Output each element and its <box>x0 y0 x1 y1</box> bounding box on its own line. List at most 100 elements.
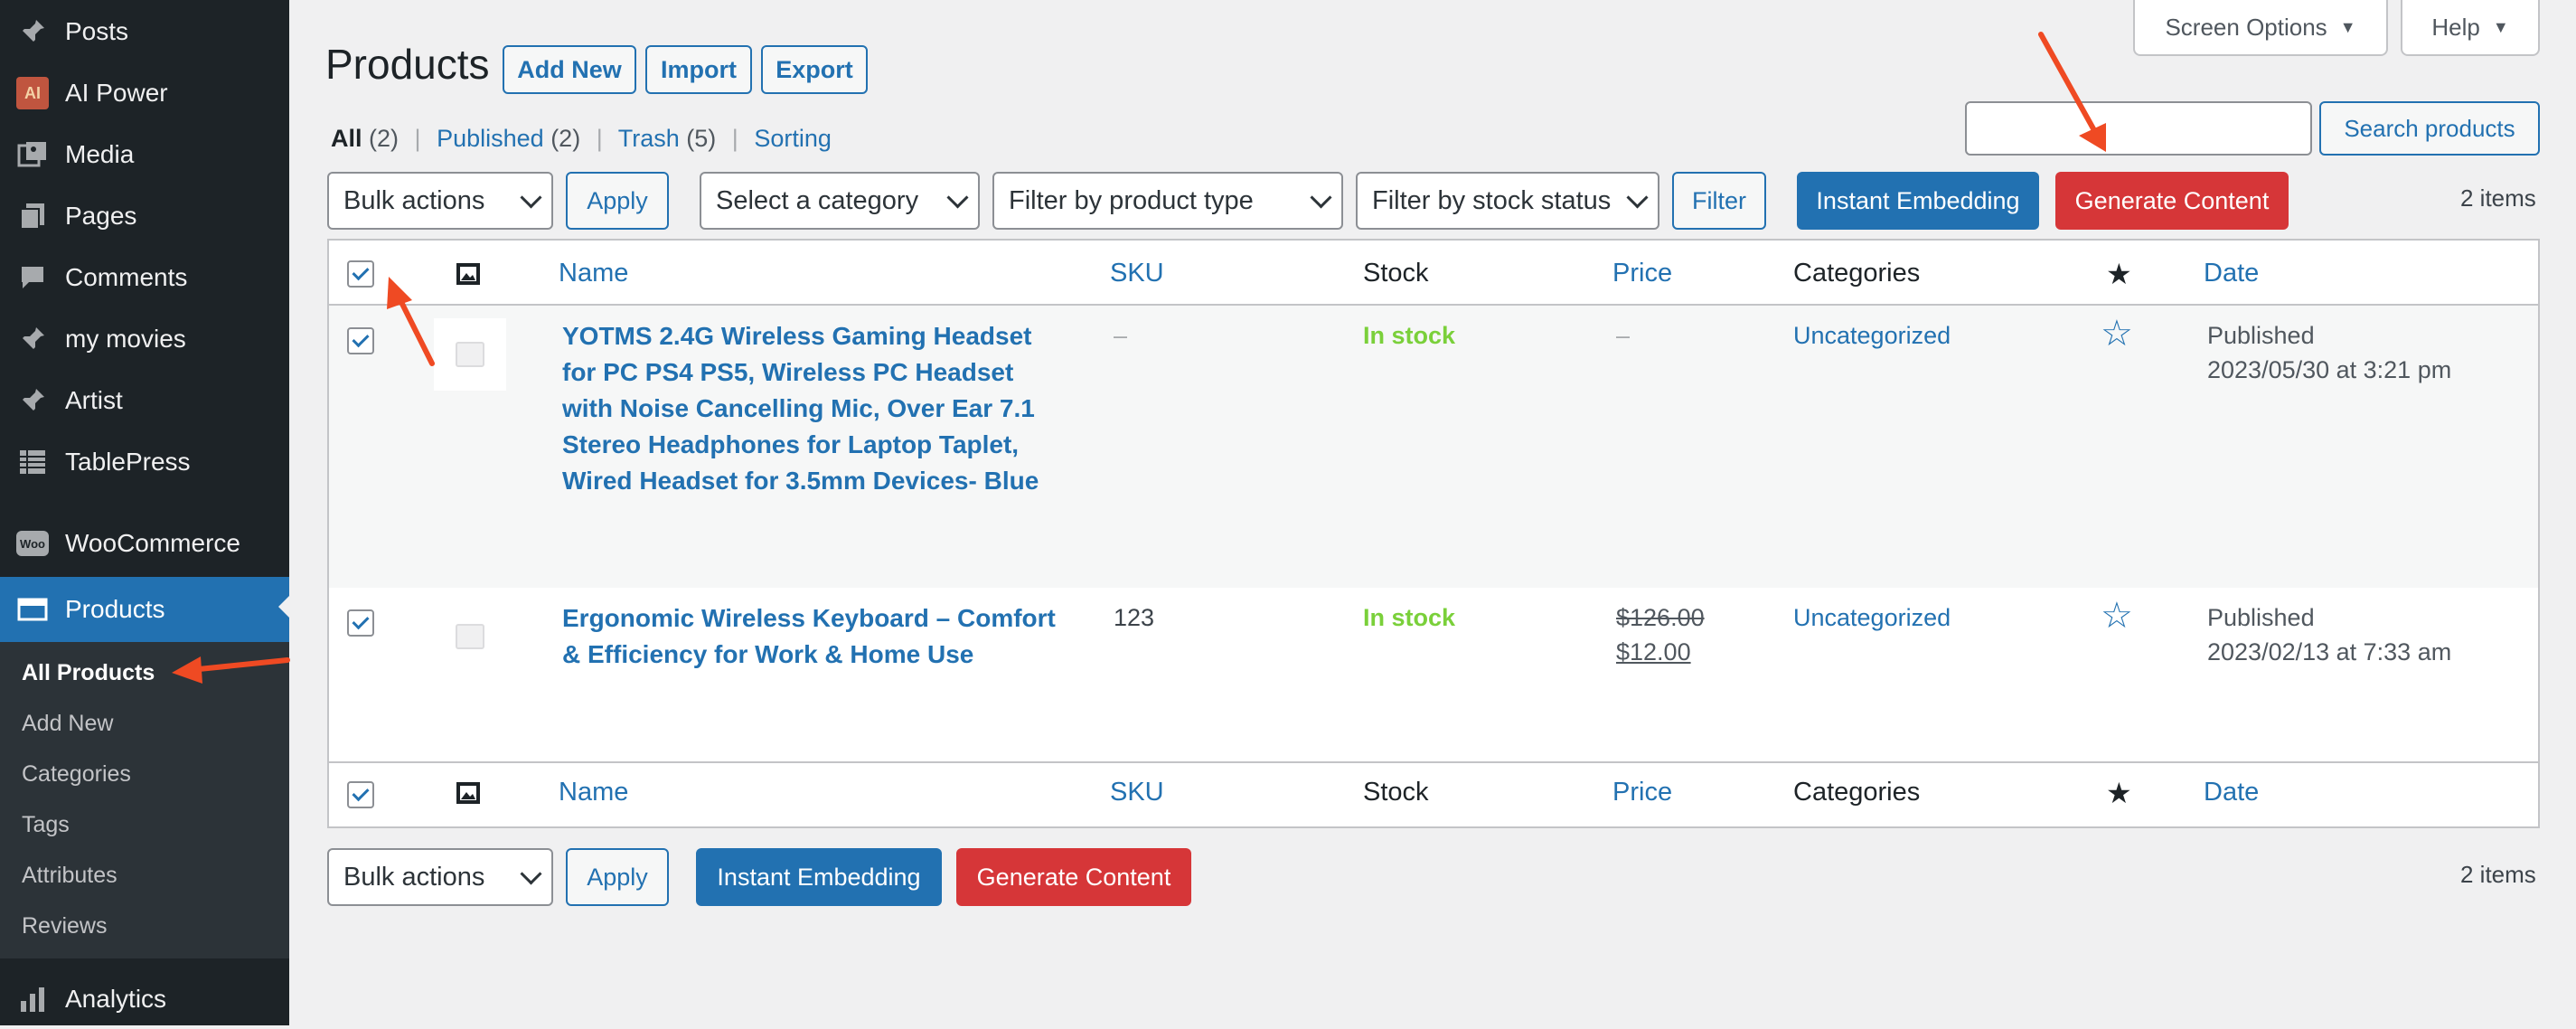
featured-star-icon[interactable]: ★ <box>2106 776 2132 810</box>
help-button[interactable]: Help ▼ <box>2401 0 2540 56</box>
sidebar-item-comments[interactable]: Comments <box>0 248 289 307</box>
sidebar-item-woocommerce[interactable]: Woo WooCommerce <box>0 514 289 573</box>
submenu-categories[interactable]: Categories <box>22 761 131 788</box>
stock-status-select[interactable]: Filter by stock status <box>1356 172 1659 230</box>
admin-sidebar: Posts AI AI Power Media Pages Comments m… <box>0 0 289 1025</box>
bulk-actions-select[interactable]: Bulk actions <box>327 172 553 230</box>
submenu-all-products[interactable]: All Products <box>22 660 155 686</box>
sidebar-item-artist[interactable]: Artist <box>0 371 289 430</box>
column-sku[interactable]: SKU <box>1110 778 1164 807</box>
table-row: Ergonomic Wireless Keyboard – Comfort & … <box>329 588 2538 761</box>
filter-button[interactable]: Filter <box>1672 172 1766 230</box>
caret-down-icon: ▼ <box>2492 17 2509 36</box>
column-date[interactable]: Date <box>2204 778 2259 807</box>
sidebar-item-ai-power[interactable]: AI AI Power <box>0 63 289 123</box>
submenu-add-new[interactable]: Add New <box>22 711 113 737</box>
add-new-button[interactable]: Add New <box>503 45 636 94</box>
sidebar-item-media[interactable]: Media <box>0 125 289 184</box>
products-icon <box>16 593 49 626</box>
chevron-down-icon <box>520 863 542 885</box>
product-type-select[interactable]: Filter by product type <box>992 172 1343 230</box>
products-submenu: All Products Add New Categories Tags Att… <box>0 642 289 958</box>
category-select[interactable]: Select a category <box>700 172 980 230</box>
column-name[interactable]: Name <box>559 259 628 288</box>
analytics-icon <box>16 983 49 1015</box>
chevron-down-icon <box>1310 186 1332 209</box>
export-button[interactable]: Export <box>761 45 868 94</box>
table-row: YOTMS 2.4G Wireless Gaming Headset for P… <box>329 306 2538 588</box>
select-all-checkbox[interactable] <box>347 260 374 288</box>
active-menu-indicator <box>278 596 289 618</box>
featured-star-outline-icon[interactable]: ☆ <box>2101 595 2133 637</box>
column-price[interactable]: Price <box>1612 259 1672 288</box>
price-cell: – <box>1616 322 1631 349</box>
table-icon <box>16 446 49 478</box>
instant-embedding-button-bottom[interactable]: Instant Embedding <box>696 848 942 906</box>
sidebar-item-analytics[interactable]: Analytics <box>0 969 289 1029</box>
chevron-down-icon <box>520 186 542 209</box>
page-title: Products <box>325 41 490 88</box>
sku-cell: 123 <box>1114 604 1155 631</box>
apply-button[interactable]: Apply <box>566 172 669 230</box>
table-header: Name SKU Stock Price Categories ★ Date <box>329 241 2538 306</box>
category-link[interactable]: Uncategorized <box>1793 600 1951 635</box>
date-cell: Published 2023/02/13 at 7:33 am <box>2207 604 2452 666</box>
product-name-link[interactable]: YOTMS 2.4G Wireless Gaming Headset for P… <box>562 318 1039 499</box>
pin-icon <box>16 323 49 355</box>
select-all-checkbox[interactable] <box>347 781 374 808</box>
view-filters: All (2) | Published (2) | Trash (5) | So… <box>331 125 832 153</box>
submenu-reviews[interactable]: Reviews <box>22 913 107 939</box>
instant-embedding-button[interactable]: Instant Embedding <box>1797 172 2039 230</box>
stock-status: In stock <box>1363 322 1456 349</box>
featured-star-icon[interactable]: ★ <box>2106 257 2132 291</box>
column-price[interactable]: Price <box>1612 778 1672 807</box>
category-link[interactable]: Uncategorized <box>1793 318 1951 353</box>
sidebar-item-my-movies[interactable]: my movies <box>0 309 289 369</box>
row-checkbox[interactable] <box>347 609 374 637</box>
featured-star-outline-icon[interactable]: ☆ <box>2101 313 2133 354</box>
column-date[interactable]: Date <box>2204 259 2259 288</box>
view-sorting[interactable]: Sorting <box>754 125 832 152</box>
product-name-link[interactable]: Ergonomic Wireless Keyboard – Comfort & … <box>562 600 1056 673</box>
column-stock: Stock <box>1363 259 1429 288</box>
row-checkbox[interactable] <box>347 327 374 354</box>
search-products-button[interactable]: Search products <box>2319 101 2540 156</box>
search-input[interactable] <box>1965 101 2312 156</box>
column-categories: Categories <box>1793 259 1921 288</box>
caret-down-icon: ▼ <box>2339 17 2356 36</box>
sidebar-item-pages[interactable]: Pages <box>0 186 289 246</box>
sale-price: $12.00 <box>1616 638 1691 666</box>
sku-cell: – <box>1114 322 1128 349</box>
chevron-down-icon <box>946 186 969 209</box>
view-published[interactable]: Published <box>437 125 544 152</box>
media-icon <box>16 138 49 171</box>
stock-status: In stock <box>1363 604 1456 631</box>
view-all[interactable]: All <box>331 125 362 152</box>
pin-icon <box>16 384 49 417</box>
submenu-tags[interactable]: Tags <box>22 812 70 838</box>
sidebar-item-tablepress[interactable]: TablePress <box>0 432 289 492</box>
screen-options-button[interactable]: Screen Options ▼ <box>2133 0 2388 56</box>
sidebar-item-posts[interactable]: Posts <box>0 2 289 61</box>
products-table: Name SKU Stock Price Categories ★ Date Y… <box>327 239 2540 828</box>
woocommerce-icon: Woo <box>16 527 49 560</box>
import-button[interactable]: Import <box>645 45 752 94</box>
ai-power-icon: AI <box>16 77 49 109</box>
regular-price: $126.00 <box>1616 604 1705 631</box>
apply-button-bottom[interactable]: Apply <box>566 848 669 906</box>
column-name[interactable]: Name <box>559 778 628 807</box>
product-thumbnail[interactable] <box>434 600 506 673</box>
chevron-down-icon <box>1626 186 1649 209</box>
bulk-actions-select-bottom[interactable]: Bulk actions <box>327 848 553 906</box>
submenu-attributes[interactable]: Attributes <box>22 863 118 889</box>
view-trash-count: (5) <box>686 125 717 152</box>
view-all-count: (2) <box>369 125 400 152</box>
column-sku[interactable]: SKU <box>1110 259 1164 288</box>
generate-content-button[interactable]: Generate Content <box>2055 172 2289 230</box>
product-thumbnail[interactable] <box>434 318 506 391</box>
date-cell: Published 2023/05/30 at 3:21 pm <box>2207 322 2452 383</box>
generate-content-button-bottom[interactable]: Generate Content <box>956 848 1191 906</box>
view-published-count: (2) <box>550 125 581 152</box>
sidebar-item-products[interactable]: Products <box>0 577 289 642</box>
view-trash[interactable]: Trash <box>618 125 680 152</box>
